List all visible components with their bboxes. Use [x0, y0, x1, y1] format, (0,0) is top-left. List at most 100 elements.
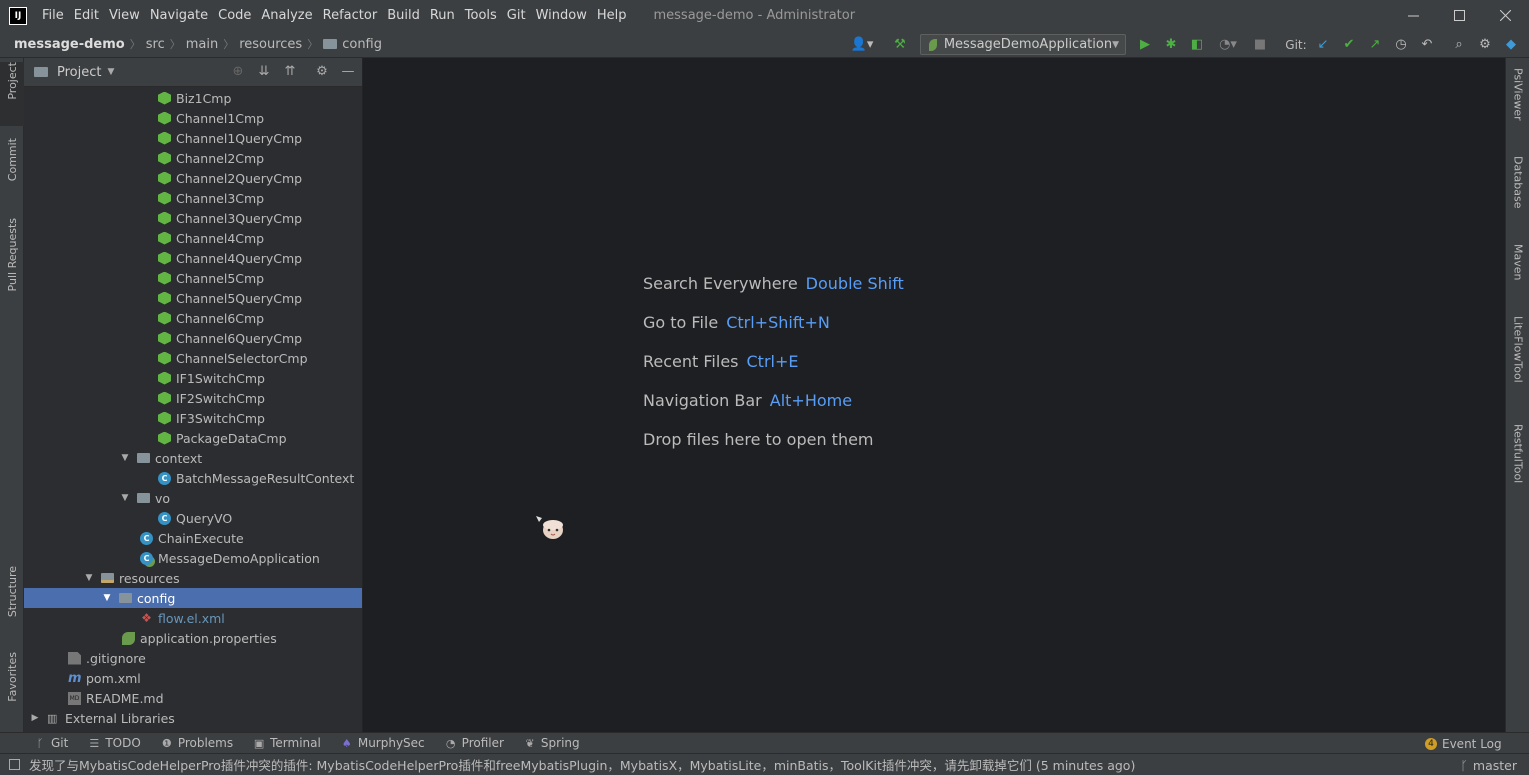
coverage-icon[interactable]: ◧: [1188, 31, 1206, 58]
tab-spring[interactable]: ❦ Spring: [524, 736, 579, 750]
tab-psiviewer[interactable]: PsiViewer: [1506, 68, 1529, 140]
plugin-icon[interactable]: ◆: [1502, 31, 1520, 58]
tree-item[interactable]: Channel3QueryCmp: [24, 208, 362, 228]
tree-item[interactable]: Channel1Cmp: [24, 108, 362, 128]
tree-item[interactable]: ▶ ▥ External Libraries: [24, 708, 362, 728]
stop-icon[interactable]: ■: [1252, 31, 1268, 58]
tab-murphysec[interactable]: ♠ MurphySec: [341, 736, 425, 750]
hide-panel-icon[interactable]: —: [340, 64, 356, 79]
tree-item[interactable]: Channel2Cmp: [24, 148, 362, 168]
expand-all-icon[interactable]: ⇊: [256, 64, 272, 79]
tree-item[interactable]: m pom.xml: [24, 668, 362, 688]
project-view-selector[interactable]: Project: [57, 65, 101, 80]
tab-favorites[interactable]: Favorites: [0, 652, 24, 722]
tab-liteflowtool[interactable]: LiteFlowTool: [1506, 316, 1529, 404]
menu-edit[interactable]: Edit: [69, 8, 104, 23]
options-gear-icon[interactable]: ⚙: [314, 64, 330, 79]
tab-problems[interactable]: ❶ Problems: [161, 736, 233, 750]
tree-item[interactable]: Channel3Cmp: [24, 188, 362, 208]
toggle-tool-windows-icon[interactable]: [9, 759, 20, 770]
user-switch-icon[interactable]: 👤▾: [848, 31, 876, 58]
rollback-icon[interactable]: ↶: [1418, 31, 1436, 58]
menu-git[interactable]: Git: [502, 8, 531, 23]
chevron-down-icon[interactable]: ▼: [120, 453, 130, 463]
tab-pull-requests[interactable]: Pull Requests: [0, 218, 24, 310]
tree-item[interactable]: C ChainExecute: [24, 528, 362, 548]
close-button[interactable]: [1482, 0, 1528, 31]
chevron-down-icon[interactable]: ▼: [84, 573, 94, 583]
tree-item[interactable]: Channel4QueryCmp: [24, 248, 362, 268]
event-log-button[interactable]: 4 Event Log: [1425, 733, 1502, 754]
maximize-button[interactable]: [1436, 0, 1482, 31]
history-icon[interactable]: ◷: [1392, 31, 1410, 58]
tree-item[interactable]: ▼ resources: [24, 568, 362, 588]
tree-item[interactable]: ChannelSelectorCmp: [24, 348, 362, 368]
tab-maven[interactable]: Maven: [1506, 244, 1529, 300]
menu-view[interactable]: View: [104, 8, 145, 23]
menu-file[interactable]: File: [37, 8, 69, 23]
tree-item[interactable]: ❖ flow.el.xml: [24, 608, 362, 628]
run-icon[interactable]: ▶: [1136, 31, 1154, 58]
breadcrumb-config[interactable]: config: [342, 37, 382, 52]
collapse-all-icon[interactable]: ⇈: [282, 64, 298, 79]
tab-database[interactable]: Database: [1506, 156, 1529, 226]
tree-item[interactable]: Channel6Cmp: [24, 308, 362, 328]
tree-item[interactable]: Channel4Cmp: [24, 228, 362, 248]
status-message[interactable]: 发现了与MybatisCodeHelperPro插件冲突的插件: Mybatis…: [29, 755, 1135, 774]
tab-commit[interactable]: Commit: [0, 138, 24, 200]
tree-item[interactable]: application.properties: [24, 628, 362, 648]
menu-help[interactable]: Help: [592, 8, 632, 23]
tab-project[interactable]: Project: [0, 62, 24, 126]
tree-item[interactable]: Channel6QueryCmp: [24, 328, 362, 348]
intellij-logo-icon[interactable]: IJ: [9, 6, 27, 25]
tree-item[interactable]: Channel2QueryCmp: [24, 168, 362, 188]
tab-profiler[interactable]: ◔ Profiler: [445, 736, 504, 750]
menu-tools[interactable]: Tools: [460, 8, 502, 23]
tab-terminal[interactable]: ▣ Terminal: [253, 736, 321, 750]
git-commit-icon[interactable]: ✔: [1340, 31, 1358, 58]
tree-item[interactable]: ▼ vo: [24, 488, 362, 508]
tree-item[interactable]: IF3SwitchCmp: [24, 408, 362, 428]
breadcrumb-main[interactable]: main: [186, 37, 218, 52]
tree-item[interactable]: IF2SwitchCmp: [24, 388, 362, 408]
profile-icon[interactable]: ◔▾: [1212, 31, 1244, 58]
chevron-right-icon[interactable]: ▶: [30, 713, 40, 723]
chevron-down-icon[interactable]: ▼: [120, 493, 130, 503]
search-icon[interactable]: ⌕: [1450, 31, 1468, 58]
tab-git[interactable]: ᚴ Git: [34, 736, 69, 750]
chevron-down-icon[interactable]: ▼: [102, 593, 112, 603]
tree-item[interactable]: Biz1Cmp: [24, 88, 362, 108]
tree-item[interactable]: C QueryVO: [24, 508, 362, 528]
breadcrumb-resources[interactable]: resources: [239, 37, 302, 52]
tree-item[interactable]: Channel1QueryCmp: [24, 128, 362, 148]
tree-item[interactable]: MD README.md: [24, 688, 362, 708]
debug-icon[interactable]: ✱: [1162, 31, 1180, 58]
menu-refactor[interactable]: Refactor: [318, 8, 383, 23]
tree-item[interactable]: .gitignore: [24, 648, 362, 668]
menu-analyze[interactable]: Analyze: [256, 8, 317, 23]
menu-navigate[interactable]: Navigate: [145, 8, 213, 23]
tree-item[interactable]: Channel5QueryCmp: [24, 288, 362, 308]
menu-window[interactable]: Window: [531, 8, 592, 23]
tab-structure[interactable]: Structure: [0, 566, 24, 636]
git-update-icon[interactable]: ↙: [1314, 31, 1332, 58]
tree-item[interactable]: ▼ context: [24, 448, 362, 468]
tree-item-selected[interactable]: ▼ config: [24, 588, 362, 608]
menu-run[interactable]: Run: [425, 8, 460, 23]
breadcrumb-project[interactable]: message-demo: [14, 37, 125, 52]
git-branch-widget[interactable]: ᚴ master: [1460, 754, 1517, 775]
run-configuration-selector[interactable]: MessageDemoApplication ▼: [920, 34, 1126, 55]
settings-gear-icon[interactable]: ⚙: [1476, 31, 1494, 58]
tree-item[interactable]: PackageDataCmp: [24, 428, 362, 448]
editor-empty-area[interactable]: Search Everywhere Double Shift Go to File…: [363, 58, 1505, 732]
breadcrumb-src[interactable]: src: [146, 37, 165, 52]
tree-item[interactable]: C MessageDemoApplication: [24, 548, 362, 568]
tab-restfultool[interactable]: RestfulTool: [1506, 424, 1529, 504]
menu-code[interactable]: Code: [213, 8, 256, 23]
tree-item[interactable]: Channel5Cmp: [24, 268, 362, 288]
tree-item[interactable]: IF1SwitchCmp: [24, 368, 362, 388]
tree-item[interactable]: C BatchMessageResultContext: [24, 468, 362, 488]
menu-build[interactable]: Build: [382, 8, 425, 23]
minimize-button[interactable]: [1390, 0, 1436, 31]
git-push-icon[interactable]: ↗: [1366, 31, 1384, 58]
